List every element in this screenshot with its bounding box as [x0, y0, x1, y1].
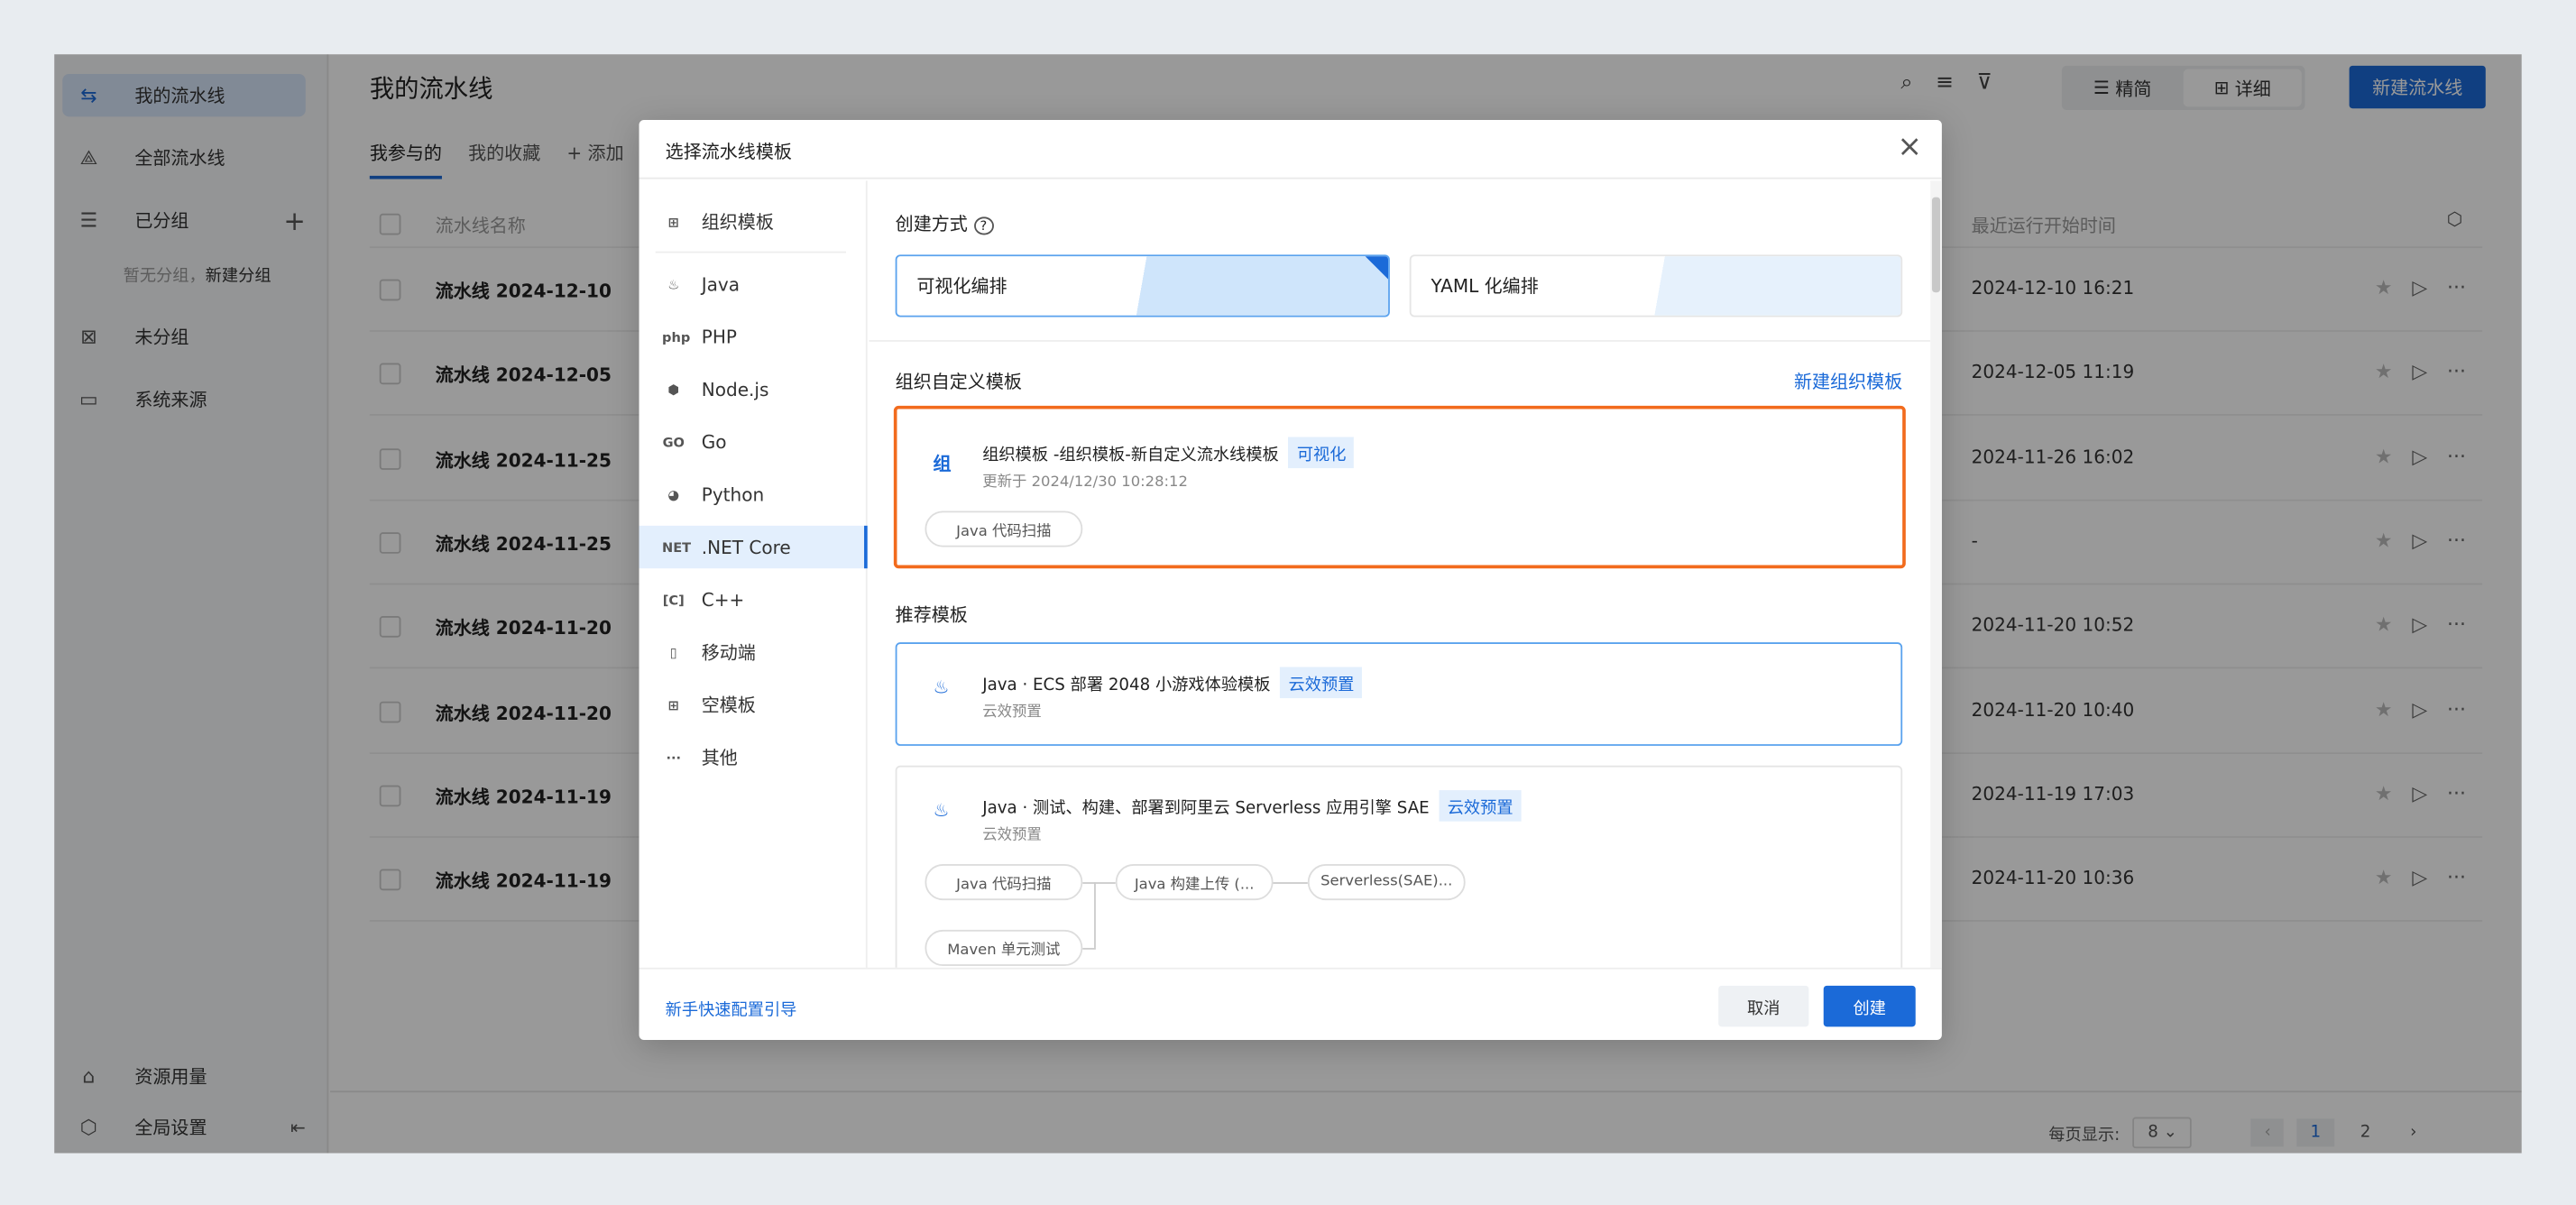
step-pill: Java 代码扫描 [925, 864, 1083, 901]
close-icon[interactable]: × [1898, 130, 1922, 164]
nav-item-1[interactable]: ♨ Java [639, 262, 868, 305]
recommended-template-card[interactable]: ♨ Java · ECS 部署 2048 小游戏体验模板 云效预置 云效预置 [895, 642, 1903, 746]
cancel-button[interactable]: 取消 [1718, 985, 1809, 1027]
mode-yaml[interactable]: YAML 化编排 [1409, 254, 1903, 317]
java-icon: ♨ [933, 800, 950, 822]
nav-item-5[interactable]: ◕ Python [639, 474, 868, 516]
nav-item-3[interactable]: ⬢ Node.js [639, 368, 868, 410]
step-pill: Serverless(SAE)... [1307, 864, 1466, 901]
mode-visual[interactable]: 可视化编排 [895, 254, 1390, 317]
category-icon: ⬢ [667, 382, 680, 397]
modal-title: 选择流水线模板 [665, 141, 792, 163]
selected-check-icon [1365, 256, 1389, 280]
create-button[interactable]: 创建 [1823, 985, 1916, 1027]
org-template-card[interactable]: 组 组织模板 -组织模板-新自定义流水线模板 可视化 更新于 2024/12/30… [893, 405, 1906, 569]
step-pill: Maven 单元测试 [925, 929, 1083, 966]
quick-guide-link[interactable]: 新手快速配置引导 [666, 996, 797, 1020]
nav-item-0[interactable]: ⊞ 组织模板 [639, 200, 868, 243]
modal-scrollbar[interactable] [1930, 180, 1942, 968]
new-org-template-link[interactable]: 新建组织模板 [1794, 368, 1902, 394]
category-icon: NET [662, 539, 692, 555]
nav-item-2[interactable]: php PHP [639, 316, 868, 358]
help-icon[interactable]: ? [973, 216, 994, 235]
create-mode-label: 创建方式 ? [896, 210, 994, 236]
step-pill: Java 构建上传 (... [1115, 864, 1274, 901]
category-icon: ◕ [667, 487, 680, 502]
step-pill: Java 代码扫描 [925, 511, 1083, 547]
template-content: 创建方式 ? 可视化编排 YAML 化编排 组织自定义模板 新建组织模板 组 组… [869, 180, 1931, 968]
java-icon: ♨ [933, 676, 950, 699]
nav-item-10[interactable]: ··· 其他 [639, 736, 868, 778]
visual-badge: 可视化 [1288, 437, 1355, 469]
category-icon: ▯ [669, 644, 677, 660]
nav-item-8[interactable]: ▯ 移动端 [639, 630, 868, 673]
category-icon: GO [662, 434, 685, 450]
category-icon: ⊞ [667, 214, 679, 230]
category-icon: ♨ [667, 276, 680, 292]
category-icon: [C] [662, 592, 685, 608]
nav-item-6[interactable]: NET .NET Core [639, 525, 868, 569]
template-modal: 选择流水线模板 × ⊞ 组织模板 ♨ Java php PHP ⬢ Node.js GO Go ◕ Py… [639, 119, 1942, 1040]
nav-item-7[interactable]: [C] C++ [639, 578, 868, 621]
nav-item-9[interactable]: ⊞ 空模板 [639, 684, 868, 726]
nav-item-4[interactable]: GO Go [639, 420, 868, 463]
template-category-nav: ⊞ 组织模板 ♨ Java php PHP ⬢ Node.js GO Go ◕ Python NET .N… [639, 180, 868, 968]
category-icon: ··· [666, 750, 682, 765]
category-icon: ⊞ [667, 697, 679, 713]
recommended-template-card[interactable]: ♨ Java · 测试、构建、部署到阿里云 Serverless 应用引擎 SA… [895, 765, 1903, 968]
category-icon: php [662, 329, 691, 345]
